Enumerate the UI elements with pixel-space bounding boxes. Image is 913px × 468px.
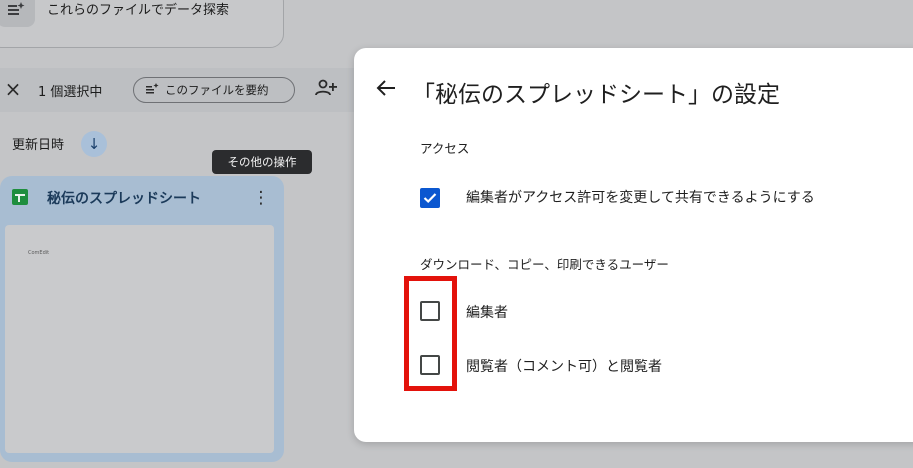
dialog-title: 「秘伝のスプレッドシート」の設定: [412, 82, 780, 108]
editor-download-label: 編集者: [466, 305, 508, 321]
summarize-file-label: このファイルを要約: [165, 83, 269, 97]
more-vert-icon[interactable]: ⋮: [252, 186, 270, 210]
highlight-annotation: [404, 276, 457, 391]
sort-label: 更新日時: [12, 138, 65, 153]
file-name: 秘伝のスプレッドシート: [47, 191, 201, 207]
close-icon[interactable]: ×: [4, 78, 22, 100]
selection-count: 1 個選択中: [38, 85, 103, 100]
editor-share-label: 編集者がアクセス許可を変更して共有できるようにする: [466, 190, 815, 206]
more-actions-tooltip: その他の操作: [212, 150, 312, 174]
back-arrow-icon[interactable]: [374, 78, 398, 104]
summarize-file-button[interactable]: このファイルを要約: [133, 77, 295, 103]
sparkle-list-icon: [0, 0, 35, 27]
sheets-icon: [12, 189, 28, 205]
download-heading: ダウンロード、コピー、印刷できるユーザー: [420, 257, 669, 272]
file-thumbnail[interactable]: [5, 225, 274, 453]
thumbnail-cell-text: ComEdit: [28, 250, 50, 256]
editor-share-checkbox[interactable]: [420, 188, 440, 208]
access-heading: アクセス: [420, 141, 470, 156]
sparkle-list-icon: [146, 83, 159, 97]
explore-data-label: これらのファイルでデータ探索: [47, 3, 230, 18]
add-person-icon[interactable]: [314, 78, 340, 100]
explore-data-chip[interactable]: これらのファイルでデータ探索: [0, 0, 284, 48]
check-icon: [423, 193, 437, 204]
arrow-down-icon[interactable]: ↓: [81, 131, 107, 157]
viewer-download-label: 閲覧者（コメント可）と閲覧者: [466, 359, 662, 375]
